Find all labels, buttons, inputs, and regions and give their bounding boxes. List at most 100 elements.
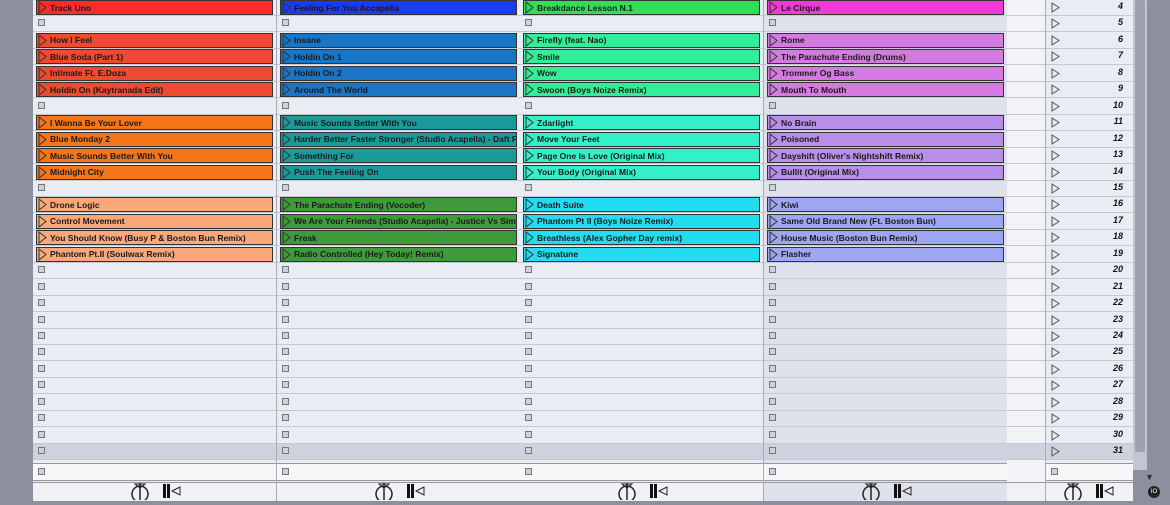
clip-slot[interactable] [520,296,763,313]
clip-slot[interactable]: Rome [764,32,1007,49]
clip[interactable]: Firefly (feat. Nao) [523,32,760,48]
clip[interactable]: Something For [280,148,517,164]
stop-square-icon[interactable] [525,414,532,422]
scene-launch-icon[interactable] [1051,429,1060,444]
stop-square-icon[interactable] [525,468,532,475]
clip-slot[interactable] [33,280,276,296]
clip-slot[interactable]: Midnight City [33,164,276,181]
scene-row[interactable]: 13 [1046,148,1133,165]
play-triangle-icon[interactable] [769,247,778,261]
clip-slot[interactable] [277,181,520,197]
clip-slot[interactable]: Your Body (Original Mix) [520,164,763,181]
clip-slot[interactable] [33,428,276,444]
clip[interactable]: Trommer Og Bass [767,65,1004,81]
scene-launch-icon[interactable] [1051,67,1060,82]
clip-slot[interactable] [764,263,1007,280]
clip[interactable]: The Parachute Ending (Vocoder) [280,197,517,213]
stop-square-icon[interactable] [38,468,45,475]
clip-slot[interactable]: Feeling For You Accapella [277,0,520,16]
mixer-icon[interactable] [372,483,432,505]
play-triangle-icon[interactable] [769,214,778,228]
clip[interactable]: How I Feel [36,32,273,48]
clip[interactable]: House Music (Boston Bun Remix) [767,230,1004,246]
stop-square-icon[interactable] [525,397,532,405]
stop-square-icon[interactable] [282,468,289,475]
play-triangle-icon[interactable] [282,214,291,228]
clip-slot[interactable] [764,378,1007,395]
clip[interactable]: Intimate Ft. E.Doza [36,65,273,81]
clip-slot[interactable] [520,444,763,461]
clip-slot[interactable] [33,345,276,362]
clip-slot[interactable]: Control Movement [33,213,276,230]
clip-slot[interactable] [764,16,1007,33]
clip[interactable]: Around The World [280,82,517,98]
stop-square-icon[interactable] [38,332,45,339]
mixer-icon[interactable] [859,483,919,505]
play-triangle-icon[interactable] [769,50,778,64]
mixer-icon[interactable] [1061,483,1121,505]
clip-slot[interactable] [520,395,763,411]
scene-launch-icon[interactable] [1051,248,1060,263]
stop-square-icon[interactable] [38,315,45,323]
clip-slot[interactable] [33,99,276,115]
clip[interactable]: Insane [280,32,517,48]
clip-slot[interactable] [277,378,520,395]
clip-slot[interactable]: Mouth To Mouth [764,82,1007,99]
stop-square-icon[interactable] [38,266,45,274]
clip-slot[interactable]: Breakdance Lesson N.1 [520,0,763,16]
stop-square-icon[interactable] [38,183,45,191]
clip-slot[interactable]: Harder Better Faster Stronger (Studio Ac… [277,131,520,148]
stop-square-icon[interactable] [282,282,289,290]
scene-launch-icon[interactable] [1051,166,1060,181]
scene-launch-icon[interactable] [1051,117,1060,131]
play-triangle-icon[interactable] [769,1,778,14]
play-triangle-icon[interactable] [282,132,291,146]
stop-square-icon[interactable] [769,414,776,422]
scene-launch-icon[interactable] [1051,298,1060,312]
stop-square-icon[interactable] [769,364,776,372]
play-triangle-icon[interactable] [525,165,534,179]
clip[interactable]: Wow [523,65,760,81]
stop-square-icon[interactable] [38,447,45,455]
scene-launch-icon[interactable] [1051,446,1060,460]
stop-square-icon[interactable] [769,332,776,339]
scene-row[interactable]: 29 [1046,411,1133,428]
play-triangle-icon[interactable] [525,214,534,228]
clip[interactable]: Le Cirque [767,0,1004,15]
clip-slot[interactable]: Breathless (Alex Gopher Day remix) [520,230,763,247]
stop-square-icon[interactable] [282,364,289,372]
clip[interactable]: Breathless (Alex Gopher Day remix) [523,230,760,246]
clip-slot[interactable] [277,428,520,444]
stop-square-icon[interactable] [282,397,289,405]
play-triangle-icon[interactable] [525,1,534,14]
stop-square-icon[interactable] [769,299,776,307]
clip[interactable]: Bullit (Original Mix) [767,164,1004,180]
stop-square-icon[interactable] [38,414,45,422]
scene-row[interactable]: 22 [1046,296,1133,313]
scene-row[interactable]: 18 [1046,230,1133,247]
stop-square-icon[interactable] [38,101,45,109]
clip-slot[interactable] [520,313,763,329]
stop-square-icon[interactable] [38,430,45,438]
play-triangle-icon[interactable] [38,132,47,146]
stop-square-icon[interactable] [38,282,45,290]
clip[interactable]: Your Body (Original Mix) [523,164,760,180]
stop-square-icon[interactable] [282,101,289,109]
clip-slot[interactable] [33,263,276,280]
clip-slot[interactable] [764,428,1007,444]
play-triangle-icon[interactable] [38,1,47,14]
stop-square-icon[interactable] [525,282,532,290]
clip-slot[interactable]: Poisoned [764,131,1007,148]
clip-slot[interactable]: Dayshift (Oliver's Nightshift Remix) [764,148,1007,165]
scroll-down-arrow-icon[interactable]: ▼ [1145,472,1154,482]
clip-slot[interactable]: House Music (Boston Bun Remix) [764,230,1007,247]
clip-slot[interactable]: Blue Monday 2 [33,131,276,148]
stop-square-icon[interactable] [38,348,45,356]
stop-square-icon[interactable] [525,101,532,109]
clip-slot[interactable] [764,362,1007,378]
clip-slot[interactable] [277,280,520,296]
clip-slot[interactable] [277,263,520,280]
stop-square-icon[interactable] [769,315,776,323]
play-triangle-icon[interactable] [282,83,291,97]
play-triangle-icon[interactable] [38,165,47,179]
